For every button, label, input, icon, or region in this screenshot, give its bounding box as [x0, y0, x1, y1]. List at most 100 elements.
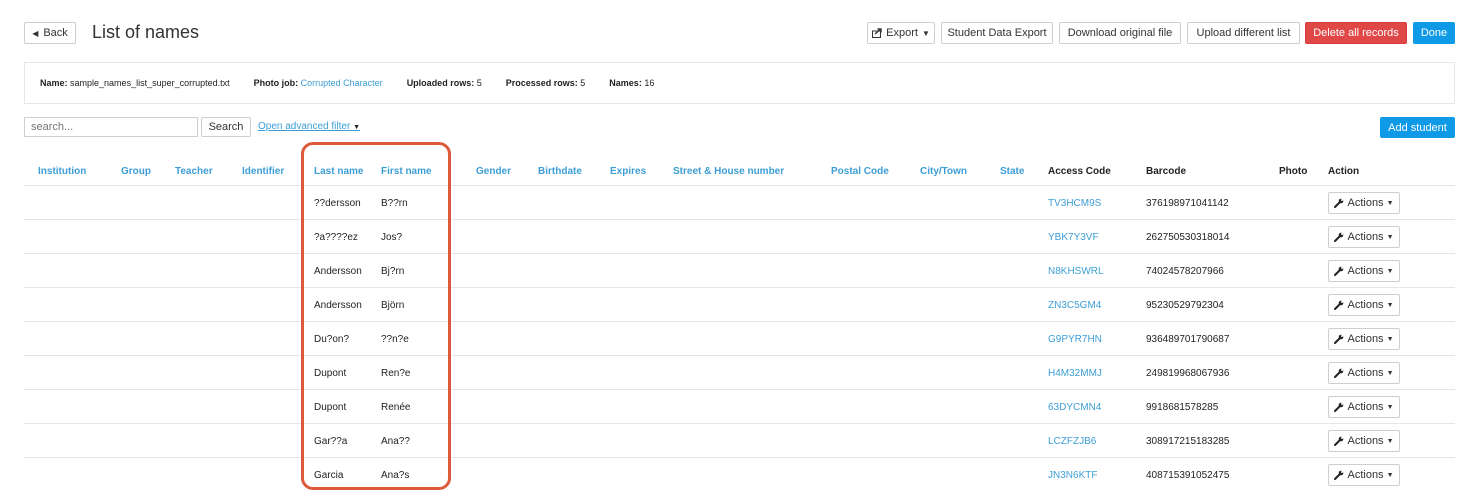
access-code-link[interactable]: TV3HCM9S — [1048, 198, 1101, 209]
actions-dropdown-button[interactable]: Actions ▼ — [1328, 226, 1400, 248]
column-state[interactable]: State — [1000, 166, 1024, 177]
column-postal-code[interactable]: Postal Code — [831, 166, 889, 177]
caret-down-icon: ▼ — [353, 124, 360, 131]
actions-label: Actions — [1347, 265, 1384, 277]
barcode-cell: 74024578207966 — [1146, 266, 1224, 277]
access-code-link[interactable]: H4M32MMJ — [1048, 368, 1102, 379]
wrench-icon — [1334, 300, 1344, 310]
wrench-icon — [1334, 402, 1344, 412]
table-row: Andersson Björn ZN3C5GM4 95230529792304 Acti… — [24, 287, 1455, 321]
export-label: Export — [886, 27, 918, 39]
access-code-link[interactable]: N8KHSWRL — [1048, 266, 1104, 277]
photo-job-info: Photo job: Corrupted Character — [253, 78, 383, 88]
barcode-cell: 408715391052475 — [1146, 470, 1230, 481]
actions-label: Actions — [1347, 333, 1384, 345]
table-row: ?a????ez Jos? YBK7Y3VF 262750530318014 Actio… — [24, 219, 1455, 253]
share-icon — [872, 28, 882, 38]
search-button[interactable]: Search — [201, 117, 251, 137]
barcode-cell: 936489701790687 — [1146, 334, 1230, 345]
caret-down-icon: ▼ — [921, 28, 930, 38]
column-city[interactable]: City/Town — [920, 166, 967, 177]
processed-rows-info: Processed rows: 5 — [505, 78, 586, 88]
actions-dropdown-button[interactable]: Actions ▼ — [1328, 362, 1400, 384]
caret-down-icon: ▼ — [1386, 233, 1394, 241]
actions-label: Actions — [1347, 469, 1384, 481]
table-row: Garcia Ana?s JN3N6KTF 408715391052475 Action… — [24, 457, 1455, 491]
actions-label: Actions — [1347, 401, 1384, 413]
download-original-button[interactable]: Download original file — [1059, 22, 1181, 44]
column-action: Action — [1328, 166, 1360, 177]
caret-down-icon: ▼ — [1386, 437, 1394, 445]
access-code-link[interactable]: LCZFZJB6 — [1048, 436, 1096, 447]
caret-down-icon: ▼ — [1386, 471, 1394, 479]
actions-label: Actions — [1347, 231, 1384, 243]
column-expires[interactable]: Expires — [610, 166, 646, 177]
barcode-cell: 308917215183285 — [1146, 436, 1230, 447]
table-row: Dupont Renée 63DYCMN4 9918681578285 Actions ▼ — [24, 389, 1455, 423]
student-data-export-button[interactable]: Student Data Export — [941, 22, 1053, 44]
uploaded-rows-info: Uploaded rows: 5 — [406, 78, 482, 88]
access-code-link[interactable]: YBK7Y3VF — [1048, 232, 1099, 243]
wrench-icon — [1334, 368, 1344, 378]
wrench-icon — [1334, 334, 1344, 344]
wrench-icon — [1334, 198, 1344, 208]
search-input[interactable] — [24, 117, 198, 137]
barcode-cell: 262750530318014 — [1146, 232, 1230, 243]
back-button[interactable]: ◀ Back — [24, 22, 76, 44]
file-name-info: Name: sample_names_list_super_corrupted.… — [40, 78, 230, 88]
table-row: Andersson Bj?rn N8KHSWRL 74024578207966 Acti… — [24, 253, 1455, 287]
photo-job-link[interactable]: Corrupted Character — [301, 78, 383, 88]
column-photo: Photo — [1279, 166, 1308, 177]
actions-dropdown-button[interactable]: Actions ▼ — [1328, 396, 1400, 418]
wrench-icon — [1334, 232, 1344, 242]
add-student-button[interactable]: Add student — [1380, 117, 1455, 138]
column-access-code: Access Code — [1048, 166, 1111, 177]
export-button[interactable]: Export ▼ — [867, 22, 935, 44]
caret-down-icon: ▼ — [1386, 267, 1394, 275]
barcode-cell: 376198971041142 — [1146, 198, 1229, 209]
column-street[interactable]: Street & House number — [673, 166, 784, 177]
actions-label: Actions — [1347, 435, 1384, 447]
actions-label: Actions — [1347, 197, 1384, 209]
highlight-box — [301, 142, 451, 490]
actions-label: Actions — [1347, 299, 1384, 311]
done-button[interactable]: Done — [1413, 22, 1455, 44]
actions-dropdown-button[interactable]: Actions ▼ — [1328, 430, 1400, 452]
access-code-link[interactable]: G9PYR7HN — [1048, 334, 1102, 345]
names-count-info: Names: 16 — [609, 78, 655, 88]
barcode-cell: 95230529792304 — [1146, 300, 1224, 311]
access-code-link[interactable]: JN3N6KTF — [1048, 470, 1097, 481]
delete-all-button[interactable]: Delete all records — [1305, 22, 1407, 44]
column-gender[interactable]: Gender — [476, 166, 511, 177]
table-row: Dupont Ren?e H4M32MMJ 249819968067936 Action… — [24, 355, 1455, 389]
access-code-link[interactable]: ZN3C5GM4 — [1048, 300, 1101, 311]
column-identifier[interactable]: Identifier — [242, 166, 284, 177]
caret-down-icon: ▼ — [1386, 335, 1394, 343]
column-barcode: Barcode — [1146, 166, 1187, 177]
column-institution[interactable]: Institution — [38, 166, 86, 177]
upload-different-button[interactable]: Upload different list — [1187, 22, 1300, 44]
actions-dropdown-button[interactable]: Actions ▼ — [1328, 464, 1400, 486]
wrench-icon — [1334, 470, 1344, 480]
caret-down-icon: ▼ — [1386, 369, 1394, 377]
actions-dropdown-button[interactable]: Actions ▼ — [1328, 294, 1400, 316]
column-teacher[interactable]: Teacher — [175, 166, 213, 177]
page-title: List of names — [92, 22, 200, 42]
wrench-icon — [1334, 266, 1344, 276]
actions-dropdown-button[interactable]: Actions ▼ — [1328, 328, 1400, 350]
caret-down-icon: ▼ — [1386, 301, 1394, 309]
table-row: Du?on? ??n?e G9PYR7HN 936489701790687 Action… — [24, 321, 1455, 355]
actions-label: Actions — [1347, 367, 1384, 379]
wrench-icon — [1334, 436, 1344, 446]
advanced-filter-link[interactable]: Open advanced filter ▼ — [258, 121, 360, 132]
actions-dropdown-button[interactable]: Actions ▼ — [1328, 260, 1400, 282]
access-code-link[interactable]: 63DYCMN4 — [1048, 402, 1101, 413]
caret-down-icon: ▼ — [1386, 199, 1394, 207]
column-birthdate[interactable]: Birthdate — [538, 166, 582, 177]
column-group[interactable]: Group — [121, 166, 151, 177]
table-row: Gar??a Ana?? LCZFZJB6 308917215183285 Action… — [24, 423, 1455, 457]
actions-dropdown-button[interactable]: Actions ▼ — [1328, 192, 1400, 214]
table-row: ??dersson B??rn TV3HCM9S 376198971041142 Act… — [24, 185, 1455, 219]
list-info-panel: Name: sample_names_list_super_corrupted.… — [24, 62, 1455, 104]
caret-down-icon: ▼ — [1386, 403, 1394, 411]
